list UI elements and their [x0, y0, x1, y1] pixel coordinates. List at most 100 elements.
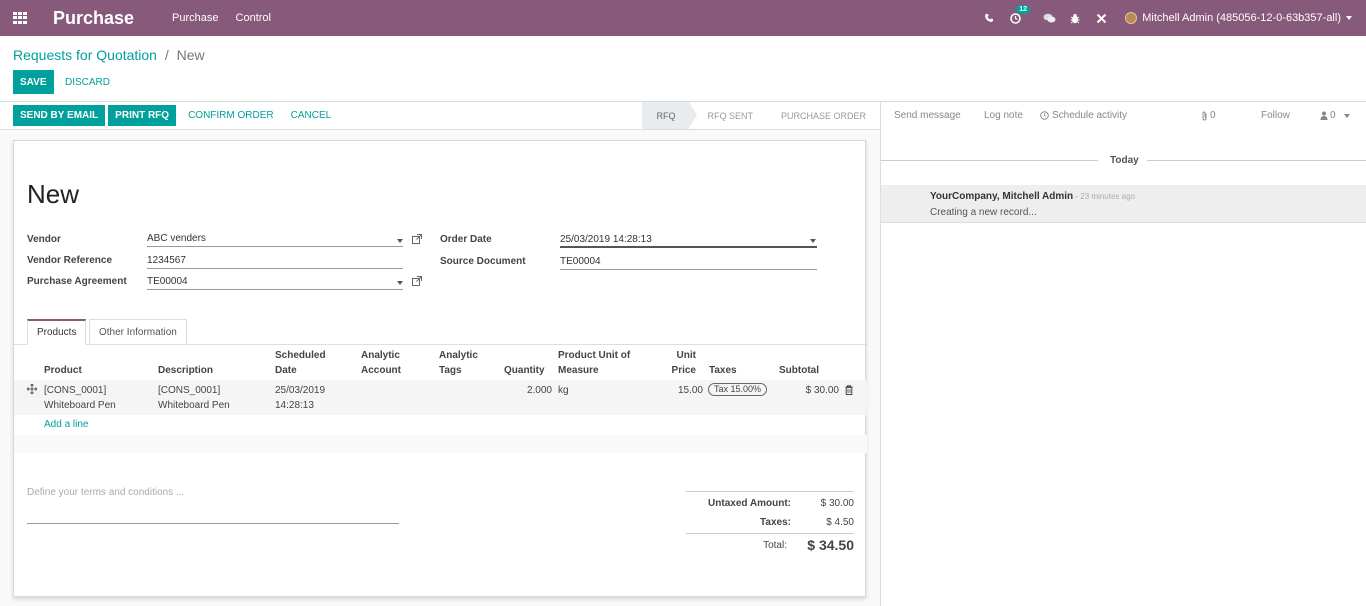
follow-button[interactable]: Follow — [1261, 110, 1290, 121]
terms-and-conditions-field[interactable]: Define your terms and conditions ... — [27, 487, 399, 524]
message-body: Creating a new record... — [930, 207, 1037, 218]
send-message-button[interactable]: Send message — [894, 110, 961, 121]
app-brand: Purchase — [53, 7, 135, 28]
vendor-dropdown-icon[interactable] — [397, 239, 403, 243]
clock-icon — [1040, 111, 1049, 120]
trash-icon[interactable] — [845, 385, 853, 398]
tab-other-information[interactable]: Other Information — [89, 319, 187, 345]
purchase-agreement-label: Purchase Agreement — [27, 276, 127, 287]
message-author-name: YourCompany, Mitchell Admin — [930, 191, 1074, 202]
confirm-order-button[interactable]: CONFIRM ORDER — [188, 105, 274, 126]
total-value: $ 34.50 — [807, 537, 854, 553]
user-menu[interactable]: Mitchell Admin (485056-12-0-63b357-all) — [1125, 12, 1352, 24]
discard-button[interactable]: DISCARD — [65, 70, 110, 94]
order-date-dropdown-icon[interactable] — [810, 239, 816, 243]
tools-icon[interactable] — [1093, 10, 1109, 26]
log-note-button[interactable]: Log note — [984, 110, 1023, 121]
col-header-line: Tags — [439, 365, 462, 376]
col-subtotal[interactable]: Subtotal — [779, 363, 819, 378]
taxes-value: $ 4.50 — [826, 517, 854, 528]
vendor-field[interactable]: ABC venders — [147, 233, 403, 247]
chevron-down-icon — [1346, 16, 1352, 20]
add-a-line-link[interactable]: Add a line — [44, 419, 88, 430]
external-link-icon[interactable] — [412, 234, 422, 244]
col-product[interactable]: Product — [44, 363, 82, 378]
col-description[interactable]: Description — [158, 363, 213, 378]
totals-divider — [686, 491, 854, 492]
print-rfq-button[interactable]: PRINT RFQ — [108, 105, 177, 126]
breadcrumb-current: New — [176, 47, 205, 63]
cell-description[interactable]: [CONS_0001] Whiteboard Pen — [158, 383, 230, 413]
cancel-button[interactable]: CANCEL — [291, 105, 332, 126]
col-unit-price[interactable]: Unit Price — [670, 348, 696, 378]
external-link-icon[interactable] — [412, 276, 422, 286]
today-divider — [881, 160, 1098, 161]
cell-subtotal[interactable]: $ 30.00 — [784, 383, 839, 398]
taxes-label: Taxes: — [760, 517, 791, 528]
tab-products[interactable]: Products — [27, 319, 87, 345]
stage-purchase-order: PURCHASE ORDER — [780, 110, 866, 121]
followers-button[interactable]: 0 — [1320, 110, 1350, 121]
cell-unit-price[interactable]: 15.00 — [664, 383, 703, 398]
total-label: Total: — [763, 540, 787, 551]
activity-badge: 12 — [1016, 5, 1031, 14]
record-title: New — [27, 179, 80, 209]
breadcrumb-separator: / — [164, 47, 169, 63]
col-analytic-account[interactable]: Analytic Account — [361, 348, 401, 378]
main-menu: Purchase Control — [172, 12, 288, 24]
purchase-agreement-field[interactable]: TE00004 — [147, 276, 403, 290]
form-sheet: New Vendor ABC venders Vendor Reference … — [13, 140, 867, 597]
breadcrumb-parent[interactable]: Requests for Quotation — [13, 47, 157, 63]
chatter-panel: Send message Log note Schedule activity … — [880, 102, 1366, 606]
send-by-email-button[interactable]: SEND BY EMAIL — [13, 105, 106, 126]
attachments-count: 0 — [1210, 110, 1216, 121]
col-taxes[interactable]: Taxes — [709, 363, 737, 378]
col-header-line: Price — [671, 365, 696, 376]
menu-item-control[interactable]: Control — [236, 12, 271, 24]
cell-quantity[interactable]: 2.000 — [514, 383, 552, 398]
avatar — [1125, 12, 1138, 24]
source-document-field[interactable]: TE00004 — [560, 256, 817, 270]
order-date-field[interactable]: 25/03/2019 14:28:13 — [560, 234, 817, 248]
agreement-dropdown-icon[interactable] — [397, 281, 403, 285]
message-time: - 23 minutes ago — [1073, 192, 1135, 201]
schedule-activity-button[interactable]: Schedule activity — [1040, 110, 1127, 121]
bug-debug-icon[interactable] — [1067, 10, 1083, 26]
col-quantity[interactable]: Quantity — [504, 363, 545, 378]
activity-clock-icon[interactable]: 12 — [1007, 5, 1031, 26]
schedule-activity-label: Schedule activity — [1052, 110, 1128, 121]
save-button[interactable]: SAVE — [13, 70, 54, 94]
untaxed-amount-value: $ 30.00 — [820, 498, 854, 509]
drag-handle-icon[interactable] — [26, 383, 38, 397]
col-unit-of-measure[interactable]: Product Unit of Measure — [558, 348, 630, 378]
cell-uom[interactable]: kg — [558, 383, 569, 398]
col-header-line: Date — [275, 365, 297, 376]
cell-line: [CONS_0001] — [44, 385, 107, 396]
cell-product[interactable]: [CONS_0001] Whiteboard Pen — [44, 383, 116, 413]
user-name: Mitchell Admin (485056-12-0-63b357-all) — [1142, 12, 1341, 24]
chatter-topbar: Send message Log note Schedule activity … — [881, 102, 1366, 130]
messaging-icon[interactable] — [1041, 10, 1057, 26]
menu-item-purchase[interactable]: Purchase — [172, 12, 218, 24]
cell-scheduled-date[interactable]: 25/03/2019 14:28:13 — [275, 383, 325, 413]
col-analytic-tags[interactable]: Analytic Tags — [439, 348, 478, 378]
col-header-line: Scheduled — [275, 350, 326, 361]
status-bar: SEND BY EMAIL PRINT RFQ CONFIRM ORDER CA… — [0, 102, 880, 130]
today-label: Today — [1110, 155, 1139, 166]
vendor-reference-field[interactable]: 1234567 — [147, 255, 403, 269]
phone-icon[interactable] — [981, 10, 997, 26]
table-row-empty — [14, 435, 867, 453]
cell-line: [CONS_0001] — [158, 385, 221, 396]
attachments-button[interactable]: 0 — [1201, 110, 1216, 121]
vendor-reference-label: Vendor Reference — [27, 255, 113, 266]
apps-menu-icon[interactable] — [13, 12, 27, 24]
col-header-line: Measure — [558, 365, 599, 376]
tax-tag[interactable]: Tax 15.00% — [708, 383, 768, 396]
breadcrumb: Requests for Quotation / New — [13, 47, 205, 63]
cell-line: Whiteboard Pen — [44, 400, 116, 411]
message-author[interactable]: YourCompany, Mitchell Admin - 23 minutes… — [930, 191, 1135, 202]
col-scheduled-date[interactable]: Scheduled Date — [275, 348, 326, 378]
col-header-line: Product Unit of — [558, 350, 631, 361]
paperclip-icon — [1202, 111, 1207, 120]
col-header-line: Account — [361, 365, 401, 376]
